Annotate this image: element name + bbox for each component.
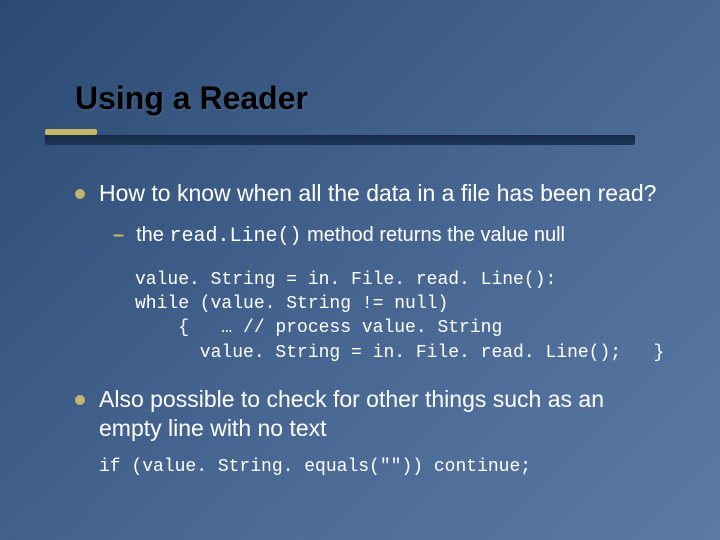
- content-area: How to know when all the data in a file …: [0, 149, 720, 480]
- sub-text-part1: the: [136, 224, 169, 246]
- slide: Using a Reader How to know when all the …: [0, 0, 720, 540]
- bullet-dot-icon: [75, 395, 85, 405]
- sub-bullet-1-text: the read.Line() method returns the value…: [136, 222, 565, 250]
- sub-bullet-1: – the read.Line() method returns the val…: [113, 222, 660, 250]
- bullet-1: How to know when all the data in a file …: [75, 179, 660, 208]
- code-block-1: value. String = in. File. read. Line(): …: [135, 268, 660, 365]
- underline-dark: [45, 135, 635, 145]
- underline-accent: [45, 129, 97, 135]
- sub-text-part2: method returns the value null: [302, 224, 566, 246]
- bullet-1-text: How to know when all the data in a file …: [99, 179, 656, 208]
- dash-icon: –: [113, 222, 124, 248]
- bullet-2-text: Also possible to check for other things …: [99, 385, 660, 443]
- code-block-2: if (value. String. equals("")) continue;: [99, 456, 660, 479]
- sub-text-code: read.Line(): [169, 225, 301, 248]
- slide-title: Using a Reader: [75, 80, 720, 117]
- title-area: Using a Reader: [0, 0, 720, 149]
- title-underline: [45, 129, 635, 149]
- bullet-2: Also possible to check for other things …: [75, 385, 660, 443]
- bullet-dot-icon: [75, 189, 85, 199]
